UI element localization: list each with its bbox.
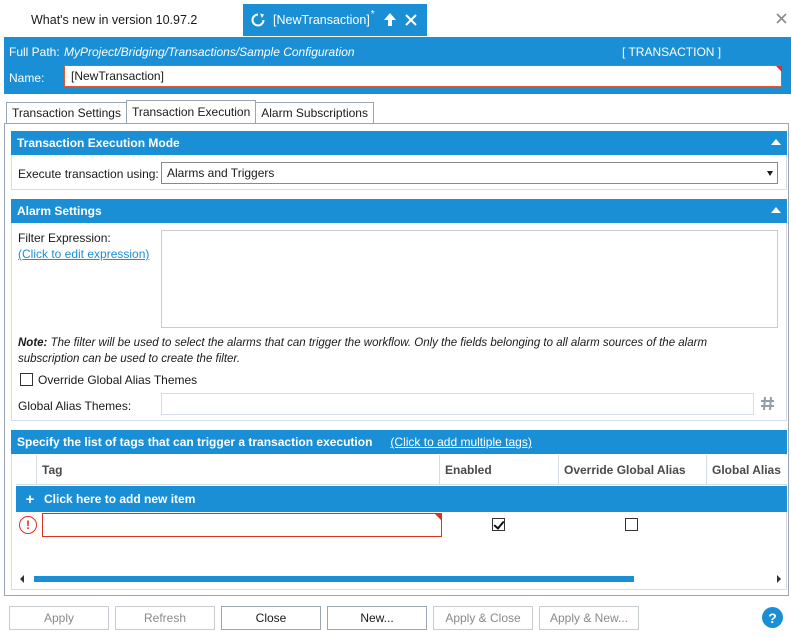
override-themes-checkbox[interactable]: [20, 373, 33, 386]
scroll-right-icon[interactable]: [777, 575, 781, 583]
add-new-item-row[interactable]: + Click here to add new item: [16, 486, 787, 512]
tab-transaction-execution[interactable]: Transaction Execution: [125, 100, 257, 123]
section-title: Alarm Settings: [17, 204, 102, 218]
type-badge: [ TRANSACTION ]: [622, 45, 722, 59]
note-line-2: subscription can be used to create the f…: [18, 353, 241, 365]
error-corner-marker: [435, 514, 441, 520]
section-title: Specify the list of tags that can trigge…: [17, 435, 373, 449]
note-prefix: Note:: [18, 337, 48, 349]
column-header-override-global-alias[interactable]: Override Global Alias: [558, 455, 706, 485]
horizontal-scrollbar[interactable]: [16, 572, 787, 586]
close-button[interactable]: Close: [221, 606, 321, 630]
add-new-item-label: Click here to add new item: [44, 492, 196, 506]
section-title: Transaction Execution Mode: [17, 136, 180, 150]
table-row: !: [16, 512, 787, 540]
doc-tab-label: What's new in version 10.97.2: [31, 13, 198, 27]
full-path-value: MyProject/Bridging/Transactions/Sample C…: [64, 45, 355, 59]
add-multiple-tags-link[interactable]: (Click to add multiple tags): [390, 435, 531, 449]
execute-using-select[interactable]: Alarms and Triggers: [161, 162, 778, 184]
tab-transaction-settings[interactable]: Transaction Settings: [6, 102, 127, 123]
property-tabs: Transaction Settings Transaction Executi…: [6, 100, 374, 124]
tab-alarm-subscriptions[interactable]: Alarm Subscriptions: [255, 102, 374, 123]
filter-expression-input[interactable]: [161, 230, 778, 328]
full-path-label: Full Path:: [9, 45, 60, 59]
alarm-settings-body: Filter Expression: (Click to edit expres…: [11, 223, 787, 421]
column-header-global-alias[interactable]: Global Alias: [706, 455, 787, 485]
enabled-checkbox[interactable]: [492, 518, 505, 531]
tags-section-header: Specify the list of tags that can trigge…: [11, 430, 787, 454]
close-tab-icon[interactable]: [404, 14, 417, 26]
close-all-icon[interactable]: [776, 13, 787, 24]
doc-tab-whats-new[interactable]: What's new in version 10.97.2: [22, 4, 242, 36]
collapse-caret-icon[interactable]: [771, 139, 781, 145]
tags-grid-header: Tag Enabled Override Global Alias Global…: [16, 455, 787, 485]
tag-cell-input[interactable]: [42, 513, 442, 537]
apply-new-button[interactable]: Apply & New...: [539, 606, 639, 630]
help-icon[interactable]: ?: [762, 607, 783, 628]
path-bar: Full Path: MyProject/Bridging/Transactio…: [4, 37, 791, 94]
override-global-alias-checkbox[interactable]: [625, 518, 638, 531]
hash-icon[interactable]: [760, 396, 775, 411]
filter-expression-label: Filter Expression:: [18, 231, 111, 245]
global-alias-themes-input[interactable]: [161, 393, 754, 415]
new-button[interactable]: New...: [327, 606, 427, 630]
execution-mode-body: Execute transaction using: Alarms and Tr…: [11, 155, 787, 190]
execute-using-label: Execute transaction using:: [18, 167, 159, 181]
override-themes-label: Override Global Alias Themes: [38, 373, 198, 387]
collapse-caret-icon[interactable]: [771, 207, 781, 213]
apply-close-button[interactable]: Apply & Close: [433, 606, 533, 630]
name-input[interactable]: [64, 65, 782, 87]
apply-button[interactable]: Apply: [9, 606, 109, 630]
modified-marker: *: [370, 8, 375, 20]
error-exclamation-icon: !: [19, 516, 37, 534]
plus-icon: +: [25, 490, 35, 508]
name-label: Name:: [9, 71, 45, 85]
execute-using-value: Alarms and Triggers: [167, 166, 275, 180]
scroll-thumb[interactable]: [34, 576, 634, 582]
column-header-enabled[interactable]: Enabled: [439, 455, 558, 485]
scroll-left-icon[interactable]: [20, 575, 24, 583]
edit-expression-link[interactable]: (Click to edit expression): [18, 247, 149, 261]
note-line-1: The filter will be used to select the al…: [47, 337, 708, 349]
transaction-icon: [251, 13, 265, 27]
pin-up-icon[interactable]: [383, 12, 397, 28]
alarm-settings-header[interactable]: Alarm Settings: [11, 199, 787, 223]
tab-content-panel: Transaction Execution Mode Execute trans…: [4, 123, 789, 596]
execution-mode-header[interactable]: Transaction Execution Mode: [11, 131, 787, 155]
button-bar: Apply Refresh Close New... Apply & Close…: [0, 600, 791, 638]
doc-tab-label: [NewTransaction]: [273, 13, 370, 27]
chevron-down-icon: [767, 171, 773, 176]
filter-note: Note: The filter will be used to select …: [18, 335, 778, 367]
error-corner-marker: [776, 66, 782, 72]
refresh-button[interactable]: Refresh: [115, 606, 215, 630]
global-alias-themes-label: Global Alias Themes:: [18, 399, 132, 413]
document-tab-strip: What's new in version 10.97.2 [NewTransa…: [0, 0, 791, 36]
doc-tab-new-transaction[interactable]: [NewTransaction] *: [243, 4, 427, 36]
column-header-tag[interactable]: Tag: [36, 455, 439, 485]
